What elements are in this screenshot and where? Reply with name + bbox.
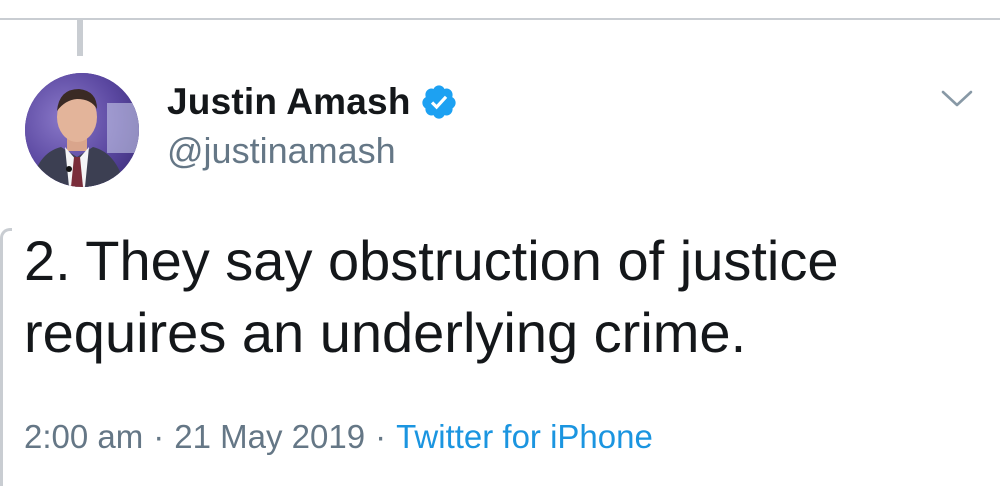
chevron-down-icon[interactable]: [940, 88, 974, 110]
tweet-source-link[interactable]: Twitter for iPhone: [396, 418, 653, 455]
tweet-text-line: 2. They say obstruction of justice: [24, 229, 839, 292]
tweet-meta-row: 2:00 am · 21 May 2019 · Twitter for iPhone: [24, 418, 653, 456]
meta-separator: ·: [375, 418, 387, 455]
thread-connector-line: [77, 20, 83, 56]
tweet-text-line: requires an underlying crime.: [24, 301, 747, 364]
author-handle[interactable]: @justinamash: [167, 130, 396, 172]
author-name-row[interactable]: Justin Amash: [167, 79, 458, 125]
meta-separator: ·: [153, 418, 165, 455]
top-divider: [0, 18, 1000, 20]
avatar[interactable]: [25, 73, 139, 187]
tweet-detail-view: Justin Amash @justinamash 2. They say ob…: [0, 0, 1000, 486]
left-border-edge: [0, 228, 12, 486]
author-display-name[interactable]: Justin Amash: [167, 81, 411, 123]
verified-badge-icon: [420, 83, 458, 121]
tweet-time: 2:00 am: [24, 418, 144, 455]
tweet-text: 2. They say obstruction of justice requi…: [24, 225, 984, 369]
tweet-date: 21 May 2019: [174, 418, 366, 455]
avatar-photo: [25, 73, 139, 187]
